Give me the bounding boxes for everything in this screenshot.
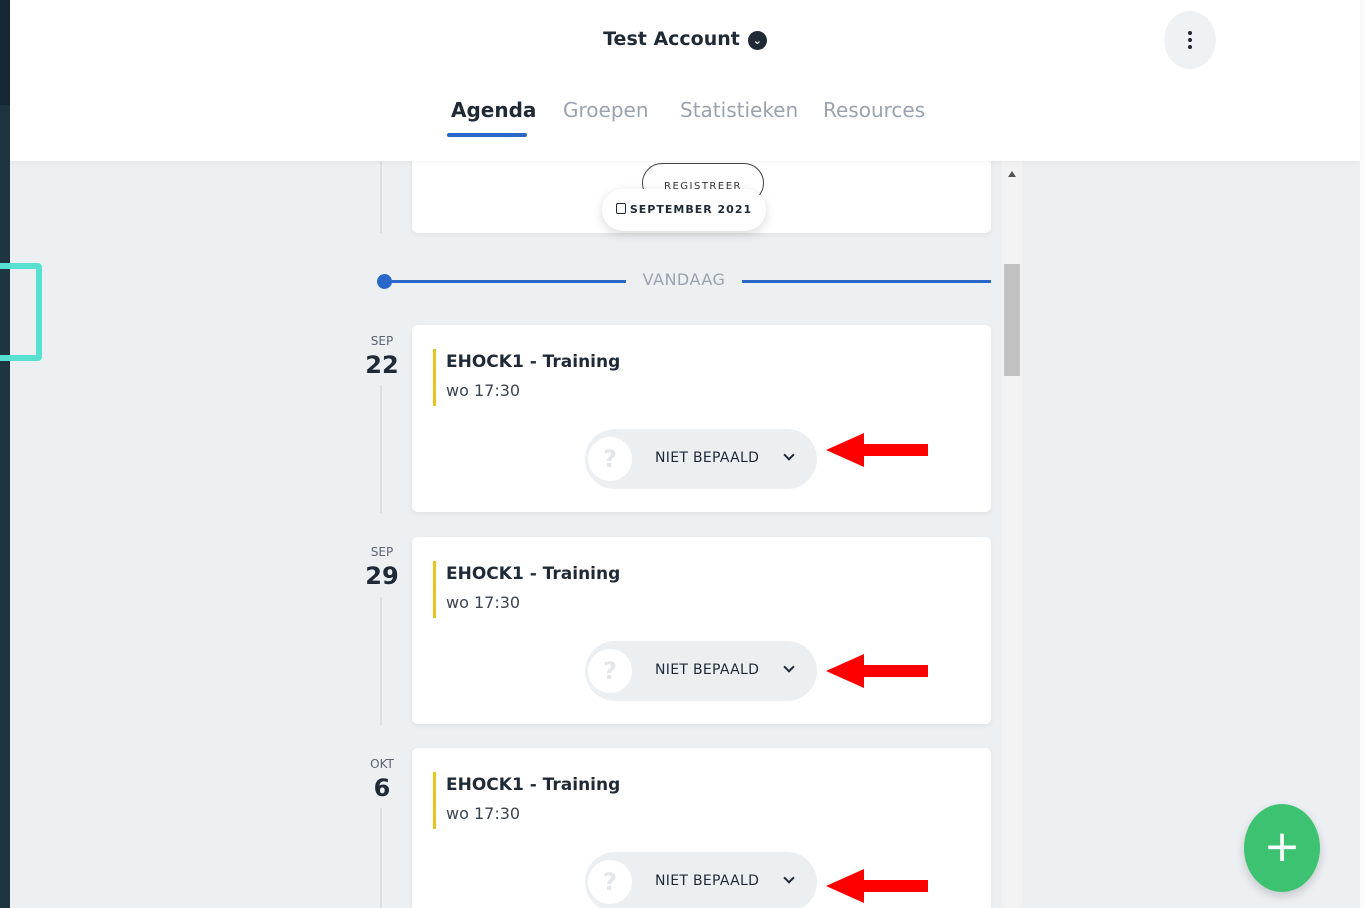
calendar-icon bbox=[615, 203, 626, 214]
event-title: EHOCK1 - Training bbox=[446, 352, 621, 372]
event-time: wo 17:30 bbox=[446, 593, 521, 612]
month-indicator[interactable]: SEPTEMBER 2021 bbox=[602, 189, 766, 231]
scroll-up-arrow-icon[interactable] bbox=[1008, 171, 1016, 177]
event-time: wo 17:30 bbox=[446, 804, 521, 823]
event-date-month: SEP bbox=[370, 334, 394, 348]
chevron-down-circle-icon: ⌄ bbox=[747, 31, 767, 50]
red-arrow-annotation bbox=[826, 654, 928, 688]
today-label: VANDAAG bbox=[642, 270, 726, 289]
question-icon: ? bbox=[588, 649, 632, 693]
attendance-status: NIET BEPAALD bbox=[655, 450, 760, 466]
month-label: SEPTEMBER 2021 bbox=[629, 203, 753, 216]
account-name: Test Account bbox=[603, 28, 740, 50]
event-date-day: 22 bbox=[365, 351, 399, 379]
scrollbar[interactable] bbox=[1002, 161, 1022, 908]
event-time: wo 17:30 bbox=[446, 381, 521, 400]
tab-bar: Agenda Groepen Statistieken Resources bbox=[10, 98, 1360, 138]
chevron-down-icon bbox=[783, 872, 795, 884]
more-options-button[interactable] bbox=[1164, 11, 1216, 69]
scrollbar-thumb[interactable] bbox=[1004, 264, 1020, 376]
event-date-day: 29 bbox=[365, 562, 399, 590]
question-icon: ? bbox=[588, 437, 632, 481]
tab-agenda[interactable]: Agenda bbox=[451, 98, 536, 122]
attendance-status: NIET BEPAALD bbox=[655, 662, 760, 678]
event-card[interactable]: EHOCK1 - Training wo 17:30 ? NIET BEPAAL… bbox=[412, 537, 991, 724]
attendance-dropdown[interactable]: ? NIET BEPAALD bbox=[585, 641, 817, 701]
app-header: Test Account ⌄ Agenda Groepen Statistieke… bbox=[10, 0, 1360, 161]
attendance-status: NIET BEPAALD bbox=[655, 873, 760, 889]
tab-statistieken[interactable]: Statistieken bbox=[680, 98, 798, 122]
attendance-dropdown[interactable]: ? NIET BEPAALD bbox=[585, 429, 817, 489]
tab-resources[interactable]: Resources bbox=[823, 98, 925, 122]
active-tab-indicator bbox=[447, 133, 527, 137]
event-date-month: OKT bbox=[370, 757, 394, 771]
red-arrow-annotation bbox=[826, 869, 928, 903]
highlight-box bbox=[0, 263, 42, 361]
account-switcher[interactable]: Test Account ⌄ bbox=[10, 28, 1360, 50]
event-date-day: 6 bbox=[373, 774, 391, 802]
add-event-button[interactable]: + bbox=[1244, 804, 1320, 892]
chevron-down-icon bbox=[783, 661, 795, 673]
event-date-month: SEP bbox=[370, 545, 394, 559]
attendance-dropdown[interactable]: ? NIET BEPAALD bbox=[585, 852, 817, 908]
more-vertical-icon bbox=[1188, 31, 1192, 49]
tab-groepen[interactable]: Groepen bbox=[563, 98, 649, 122]
left-sidebar-edge bbox=[0, 0, 10, 908]
event-card[interactable]: EHOCK1 - Training wo 17:30 ? NIET BEPAAL… bbox=[412, 325, 991, 512]
question-icon: ? bbox=[588, 860, 632, 904]
event-title: EHOCK1 - Training bbox=[446, 564, 621, 584]
chevron-down-icon bbox=[783, 449, 795, 461]
event-title: EHOCK1 - Training bbox=[446, 775, 621, 795]
red-arrow-annotation bbox=[826, 433, 928, 467]
